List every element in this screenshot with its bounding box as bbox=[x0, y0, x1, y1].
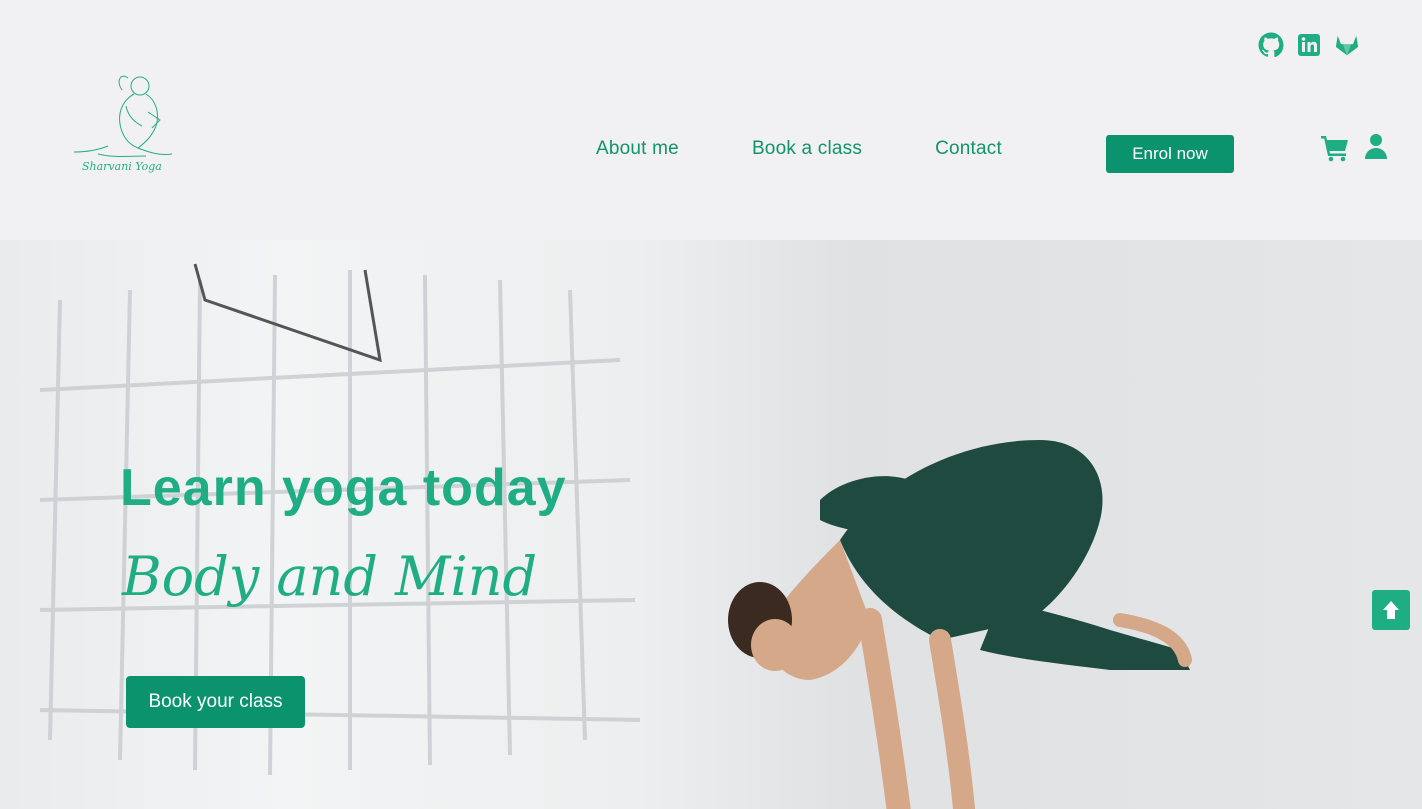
scroll-to-top-button[interactable] bbox=[1372, 590, 1410, 630]
cart-icon[interactable] bbox=[1320, 134, 1350, 162]
logo[interactable]: Sharvani Yoga bbox=[68, 64, 178, 184]
hero-title: Learn yoga today bbox=[120, 459, 567, 517]
nav-item-contact[interactable]: Contact bbox=[935, 138, 1002, 160]
user-icon[interactable] bbox=[1364, 133, 1388, 161]
enrol-now-button[interactable]: Enrol now bbox=[1106, 135, 1234, 173]
book-your-class-button[interactable]: Book your class bbox=[126, 676, 305, 728]
hero-subtitle: Body and Mind bbox=[122, 545, 538, 608]
nav-item-about-me[interactable]: About me bbox=[596, 138, 679, 160]
gitlab-icon[interactable] bbox=[1334, 32, 1360, 58]
social-links bbox=[1258, 32, 1360, 58]
yoga-person-illustration bbox=[728, 440, 1192, 809]
logo-text: Sharvani Yoga bbox=[82, 160, 162, 173]
linkedin-icon[interactable] bbox=[1296, 32, 1322, 58]
github-icon[interactable] bbox=[1258, 32, 1284, 58]
site-header: Sharvani Yoga About me Book a class Cont… bbox=[0, 0, 1422, 240]
nav-item-book-a-class[interactable]: Book a class bbox=[752, 138, 862, 160]
hero-background-window bbox=[39, 263, 640, 776]
arrow-up-icon bbox=[1383, 601, 1399, 619]
hero-section: Learn yoga today Body and Mind Book your… bbox=[0, 240, 1422, 809]
main-nav: About me Book a class Contact bbox=[596, 138, 1002, 160]
